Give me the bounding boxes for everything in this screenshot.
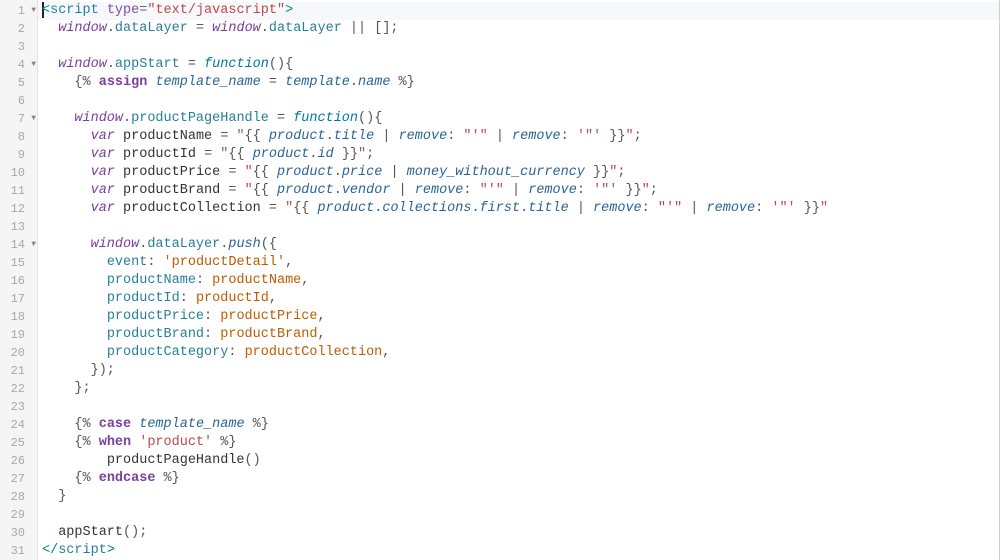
- code-line-10[interactable]: var productPrice = "{{ product.price | m…: [38, 164, 999, 182]
- code-line-22[interactable]: };: [38, 380, 999, 398]
- line-number: 22: [0, 380, 37, 398]
- fold-toggle-icon[interactable]: ▼: [31, 110, 36, 128]
- code-line-14[interactable]: window.dataLayer.push({: [38, 236, 999, 254]
- line-number: 10: [0, 164, 37, 182]
- line-number: 2: [0, 20, 37, 38]
- code-line-23[interactable]: [38, 398, 999, 416]
- line-number: 16: [0, 272, 37, 290]
- line-number: 31: [0, 542, 37, 560]
- code-line-1[interactable]: <script type="text/javascript">: [38, 2, 999, 20]
- code-line-12[interactable]: var productCollection = "{{ product.coll…: [38, 200, 999, 218]
- code-line-17[interactable]: productId: productId,: [38, 290, 999, 308]
- line-number: 13: [0, 218, 37, 236]
- code-line-16[interactable]: productName: productName,: [38, 272, 999, 290]
- code-line-2[interactable]: window.dataLayer = window.dataLayer || […: [38, 20, 999, 38]
- code-line-28[interactable]: }: [38, 488, 999, 506]
- code-line-24[interactable]: {% case template_name %}: [38, 416, 999, 434]
- code-line-13[interactable]: [38, 218, 999, 236]
- line-number: 15: [0, 254, 37, 272]
- code-editor[interactable]: 1▼234▼567▼891011121314▼15161718192021222…: [0, 0, 1000, 560]
- code-line-4[interactable]: window.appStart = function(){: [38, 56, 999, 74]
- code-line-25[interactable]: {% when 'product' %}: [38, 434, 999, 452]
- line-number: 1▼: [0, 2, 37, 20]
- line-number: 12: [0, 200, 37, 218]
- code-line-6[interactable]: [38, 92, 999, 110]
- line-number-gutter: 1▼234▼567▼891011121314▼15161718192021222…: [0, 0, 38, 560]
- line-number: 29: [0, 506, 37, 524]
- line-number: 6: [0, 92, 37, 110]
- code-line-20[interactable]: productCategory: productCollection,: [38, 344, 999, 362]
- line-number: 4▼: [0, 56, 37, 74]
- line-number: 19: [0, 326, 37, 344]
- line-number: 27: [0, 470, 37, 488]
- line-number: 7▼: [0, 110, 37, 128]
- line-number: 3: [0, 38, 37, 56]
- code-line-19[interactable]: productBrand: productBrand,: [38, 326, 999, 344]
- code-line-15[interactable]: event: 'productDetail',: [38, 254, 999, 272]
- line-number: 9: [0, 146, 37, 164]
- code-line-7[interactable]: window.productPageHandle = function(){: [38, 110, 999, 128]
- line-number: 14▼: [0, 236, 37, 254]
- line-number: 11: [0, 182, 37, 200]
- line-number: 25: [0, 434, 37, 452]
- code-line-29[interactable]: [38, 506, 999, 524]
- code-line-30[interactable]: appStart();: [38, 524, 999, 542]
- code-line-27[interactable]: {% endcase %}: [38, 470, 999, 488]
- line-number: 21: [0, 362, 37, 380]
- line-number: 26: [0, 452, 37, 470]
- line-number: 24: [0, 416, 37, 434]
- code-line-5[interactable]: {% assign template_name = template.name …: [38, 74, 999, 92]
- fold-toggle-icon[interactable]: ▼: [31, 56, 36, 74]
- code-line-26[interactable]: productPageHandle(): [38, 452, 999, 470]
- line-number: 8: [0, 128, 37, 146]
- code-line-31[interactable]: </script>: [38, 542, 999, 560]
- code-line-3[interactable]: [38, 38, 999, 56]
- line-number: 23: [0, 398, 37, 416]
- code-line-18[interactable]: productPrice: productPrice,: [38, 308, 999, 326]
- line-number: 20: [0, 344, 37, 362]
- line-number: 18: [0, 308, 37, 326]
- code-line-9[interactable]: var productId = "{{ product.id }}";: [38, 146, 999, 164]
- fold-toggle-icon[interactable]: ▼: [31, 2, 36, 20]
- line-number: 28: [0, 488, 37, 506]
- line-number: 17: [0, 290, 37, 308]
- code-line-11[interactable]: var productBrand = "{{ product.vendor | …: [38, 182, 999, 200]
- code-area[interactable]: <script type="text/javascript"> window.d…: [38, 0, 999, 560]
- line-number: 30: [0, 524, 37, 542]
- line-number: 5: [0, 74, 37, 92]
- code-line-21[interactable]: });: [38, 362, 999, 380]
- code-line-8[interactable]: var productName = "{{ product.title | re…: [38, 128, 999, 146]
- fold-toggle-icon[interactable]: ▼: [31, 236, 36, 254]
